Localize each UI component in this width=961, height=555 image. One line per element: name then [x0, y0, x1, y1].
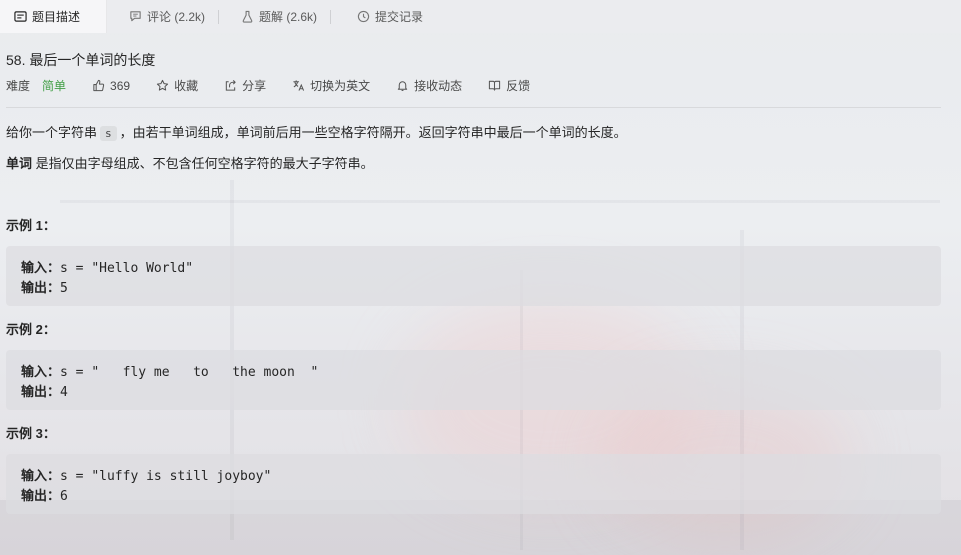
description-paragraph: 给你一个字符串 s ，由若干单词组成，单词前后用一些空格字符隔开。返回字符串中最后一… [6, 122, 627, 141]
example-output: 输出：5 [21, 277, 68, 296]
comment-icon [130, 11, 141, 22]
tab-label: 评论 (2.2k) [147, 10, 206, 24]
example-block: 输入：s = "luffy is still joyboy" 输出：6 [6, 454, 941, 514]
share-label: 分享 [242, 79, 267, 93]
example-input: 输入：s = " fly me to the moon " [21, 361, 318, 380]
tab-submissions[interactable]: 提交记录 [331, 0, 437, 33]
example-title: 示例 3： [6, 426, 56, 441]
example-title: 示例 1： [6, 218, 56, 233]
favorite-label: 收藏 [174, 79, 199, 93]
tab-description[interactable]: 题目描述 [0, 0, 107, 33]
favorite-button[interactable]: 收藏 [156, 77, 198, 94]
output-label: 输出： [21, 384, 61, 399]
translate-icon [293, 80, 305, 91]
input-label: 输入： [21, 364, 61, 379]
input-value: s = "Hello World" [60, 261, 194, 276]
example-output: 输出：4 [21, 381, 68, 400]
definition-paragraph: 单词 是指仅由字母组成、不包含任何空格字符的最大子字符串。 [6, 153, 374, 172]
description-icon [14, 11, 27, 22]
flask-icon [242, 10, 253, 23]
like-count: 369 [110, 78, 131, 93]
switch-language-button[interactable]: 切换为英文 [292, 77, 370, 94]
output-label: 输出： [21, 488, 61, 503]
description-text: ，由若干单词组成，单词前后用一些空格字符隔开。返回字符串中最后一个单词的长度。 [119, 125, 627, 140]
inline-code: s [100, 126, 117, 141]
example-input: 输入：s = "luffy is still joyboy" [21, 465, 271, 484]
output-value: 6 [60, 489, 68, 504]
input-value: s = "luffy is still joyboy" [60, 469, 272, 484]
example-input: 输入：s = "Hello World" [21, 257, 193, 276]
input-value: s = " fly me to the moon " [60, 365, 319, 380]
tab-solutions[interactable]: 题解 (2.6k) [219, 0, 332, 33]
tab-label: 提交记录 [375, 10, 424, 24]
subscribe-label: 接收动态 [414, 79, 463, 93]
book-icon [489, 80, 501, 91]
input-label: 输入： [21, 468, 61, 483]
star-icon [156, 79, 169, 91]
example-output: 输出：6 [21, 485, 68, 504]
feedback-label: 反馈 [506, 79, 531, 93]
output-value: 5 [60, 281, 68, 296]
example-block: 输入：s = " fly me to the moon " 输出：4 [6, 350, 941, 410]
switch-language-label: 切换为英文 [310, 79, 371, 93]
input-label: 输入： [21, 260, 61, 275]
example-block: 输入：s = "Hello World" 输出：5 [6, 246, 941, 306]
thumbs-up-icon [93, 79, 105, 92]
feedback-button[interactable]: 反馈 [488, 77, 530, 94]
tab-label: 题目描述 [32, 10, 81, 24]
description-text: 给你一个字符串 [6, 125, 98, 140]
problem-meta-bar: 难度 简单 369 收藏 分享 切换为英文 接收动态 反馈 [6, 77, 556, 94]
output-value: 4 [60, 385, 68, 400]
subscribe-button[interactable]: 接收动态 [396, 77, 462, 94]
like-button[interactable]: 369 [92, 79, 130, 93]
tab-comments[interactable]: 评论 (2.2k) [107, 0, 220, 33]
output-label: 输出： [21, 280, 61, 295]
example-title: 示例 2： [6, 322, 56, 337]
tab-bar: 题目描述 评论 (2.2k) 题解 (2.6k) 提交记录 [0, 0, 961, 33]
problem-title: 58. 最后一个单词的长度 [6, 52, 156, 68]
definition-term: 单词 [6, 156, 33, 171]
difficulty-label: 难度 [6, 79, 31, 93]
clock-icon [357, 10, 370, 23]
bell-icon [397, 81, 408, 91]
divider [6, 107, 941, 108]
share-button[interactable]: 分享 [224, 77, 266, 94]
tab-label: 题解 (2.6k) [259, 10, 318, 24]
share-icon [225, 80, 236, 91]
difficulty-badge: 简单 [42, 79, 67, 93]
definition-text: 是指仅由字母组成、不包含任何空格字符的最大子字符串。 [32, 156, 374, 171]
